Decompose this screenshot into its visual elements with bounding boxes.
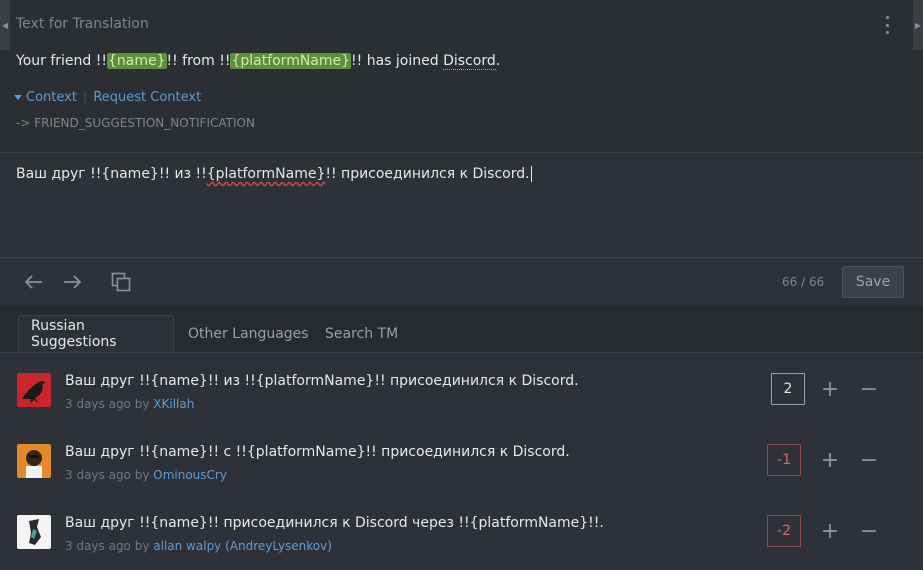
request-context-link[interactable]: Request Context	[93, 90, 201, 105]
caret-down-icon	[14, 95, 22, 100]
upvote-icon[interactable]: +	[820, 448, 840, 473]
tab-search-tm[interactable]: Search TM	[313, 315, 410, 352]
translation-editor[interactable]: Ваш друг !!{name}!! из !!{platformName}!…	[0, 153, 923, 258]
author-link[interactable]: XKillah	[153, 397, 194, 411]
editor-toolbar: 66 / 66 Save	[0, 258, 923, 306]
arrow-left-icon[interactable]	[23, 272, 45, 292]
spellcheck-word: {platformName}	[206, 166, 326, 182]
source-text: Your friend !!{name}!! from !!{platformN…	[16, 53, 501, 70]
tab-russian-suggestions[interactable]: Russian Suggestions	[18, 315, 174, 352]
text-cursor	[530, 166, 532, 182]
suggestion-meta: 3 days ago by allan walpy (AndreyLysenko…	[65, 539, 332, 553]
suggestion-item: Ваш друг !!{name}!! с !!{platformName}!!…	[0, 427, 923, 497]
author-link[interactable]: allan walpy (AndreyLysenkov)	[153, 539, 332, 553]
arrow-right-icon[interactable]	[61, 272, 83, 292]
suggestion-item: Ваш друг !!{name}!! присоединился к Disc…	[0, 498, 923, 568]
collapse-right-icon[interactable]: ▶	[913, 0, 923, 50]
character-counter: 66 / 66	[782, 275, 825, 289]
suggestion-tabs: Russian Suggestions Other Languages Sear…	[0, 306, 923, 353]
placeholder-name[interactable]: {name}	[106, 53, 167, 69]
upvote-icon[interactable]: +	[820, 377, 840, 402]
copy-source-icon[interactable]	[110, 272, 132, 292]
vote-count: 2	[771, 373, 805, 405]
more-options-icon[interactable]	[880, 14, 894, 36]
suggestion-item: Ваш друг !!{name}!! из !!{platformName}!…	[0, 356, 923, 426]
vote-count: -1	[767, 444, 801, 476]
string-key: -> FRIEND_SUGGESTION_NOTIFICATION	[16, 116, 255, 130]
panel-title: Text for Translation	[16, 16, 149, 32]
translation-text[interactable]: Ваш друг !!{name}!! из !!{platformName}!…	[16, 166, 532, 182]
downvote-icon[interactable]: −	[859, 519, 879, 544]
suggestion-text[interactable]: Ваш друг !!{name}!! присоединился к Disc…	[65, 515, 604, 531]
source-panel: ◀ ▶ Text for Translation Your friend !!{…	[0, 0, 923, 153]
downvote-icon[interactable]: −	[859, 448, 879, 473]
suggestion-meta: 3 days ago by XKillah	[65, 397, 195, 411]
avatar	[17, 444, 51, 478]
context-row: Context | Request Context	[14, 90, 201, 105]
glossary-term-discord[interactable]: Discord	[443, 53, 496, 70]
tab-other-languages[interactable]: Other Languages	[176, 315, 321, 352]
avatar	[17, 373, 51, 407]
save-button[interactable]: Save	[842, 266, 904, 298]
vote-count: -2	[767, 515, 801, 547]
context-link[interactable]: Context	[26, 90, 77, 105]
upvote-icon[interactable]: +	[820, 519, 840, 544]
placeholder-platform-name[interactable]: {platformName}	[230, 53, 352, 69]
separator: |	[82, 90, 88, 105]
collapse-left-icon[interactable]: ◀	[0, 0, 10, 50]
suggestion-meta: 3 days ago by OminousCry	[65, 468, 227, 482]
downvote-icon[interactable]: −	[859, 377, 879, 402]
avatar	[17, 515, 51, 549]
suggestion-text[interactable]: Ваш друг !!{name}!! с !!{platformName}!!…	[65, 444, 570, 460]
author-link[interactable]: OminousCry	[153, 468, 227, 482]
suggestion-text[interactable]: Ваш друг !!{name}!! из !!{platformName}!…	[65, 373, 579, 389]
